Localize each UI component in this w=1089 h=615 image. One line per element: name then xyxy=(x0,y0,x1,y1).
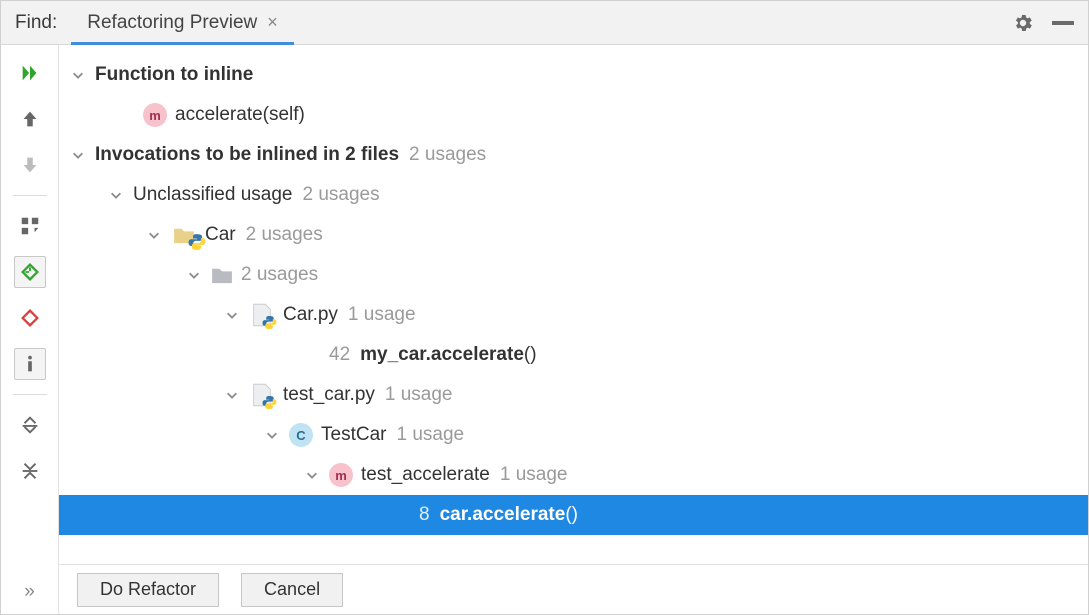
tree-row-method[interactable]: m accelerate(self) xyxy=(59,95,1088,135)
expand-all-icon[interactable] xyxy=(14,409,46,441)
usage-count: 1 usage xyxy=(396,424,464,446)
chevron-down-icon[interactable] xyxy=(223,306,241,324)
class-icon: C xyxy=(289,423,313,447)
cancel-button[interactable]: Cancel xyxy=(241,573,343,607)
class-name: TestCar xyxy=(321,424,386,446)
arrow-down-icon[interactable] xyxy=(14,149,46,181)
chevron-down-icon[interactable] xyxy=(69,66,87,84)
close-icon[interactable]: × xyxy=(267,12,278,33)
file-name: test_car.py xyxy=(283,384,375,406)
usage-count: 2 usages xyxy=(409,144,486,166)
tree-row-file[interactable]: Car.py 1 usage xyxy=(59,295,1088,335)
tree-row-project[interactable]: Car 2 usages xyxy=(59,215,1088,255)
method-icon: m xyxy=(143,103,167,127)
usage-count: 1 usage xyxy=(348,304,416,326)
info-icon[interactable] xyxy=(14,348,46,380)
gear-icon[interactable] xyxy=(1012,12,1034,34)
find-label: Find: xyxy=(1,12,71,34)
chevron-down-icon[interactable] xyxy=(303,466,321,484)
usage-count: 2 usages xyxy=(241,264,318,286)
python-file-icon xyxy=(249,383,275,407)
method-name: accelerate(self) xyxy=(175,104,305,126)
minimize-icon[interactable] xyxy=(1052,21,1074,25)
usage-text: my_car.accelerate xyxy=(360,344,524,366)
usage-tail: () xyxy=(524,344,537,366)
usage-count: 1 usage xyxy=(500,464,568,486)
tree-row-file[interactable]: test_car.py 1 usage xyxy=(59,375,1088,415)
exclude-icon[interactable] xyxy=(14,302,46,334)
python-file-icon xyxy=(249,303,275,327)
usage-count: 2 usages xyxy=(246,224,323,246)
overflow-icon[interactable]: » xyxy=(19,584,41,600)
section-title: Invocations to be inlined in 2 files xyxy=(95,144,399,166)
group-icon[interactable] xyxy=(14,210,46,242)
file-name: Car.py xyxy=(283,304,338,326)
collapse-all-icon[interactable] xyxy=(14,455,46,487)
tree-row-unclassified[interactable]: Unclassified usage 2 usages xyxy=(59,175,1088,215)
chevron-down-icon[interactable] xyxy=(223,386,241,404)
tree-row-section[interactable]: Invocations to be inlined in 2 files 2 u… xyxy=(59,135,1088,175)
section-title: Function to inline xyxy=(95,64,253,86)
usage-count: 1 usage xyxy=(385,384,453,406)
project-icon xyxy=(171,226,197,244)
chevron-down-icon[interactable] xyxy=(185,266,203,284)
include-icon[interactable] xyxy=(14,256,46,288)
usage-text: car.accelerate xyxy=(440,504,566,526)
tab-label: Refactoring Preview xyxy=(87,12,257,34)
chevron-down-icon[interactable] xyxy=(107,186,125,204)
side-toolbar: » xyxy=(1,45,59,614)
refactoring-preview-panel: Find: Refactoring Preview × xyxy=(0,0,1089,615)
project-name: Car xyxy=(205,224,236,246)
line-number: 42 xyxy=(329,344,350,366)
chevron-down-icon[interactable] xyxy=(145,226,163,244)
folder-icon xyxy=(211,266,233,284)
usage-tree[interactable]: Function to inline m accelerate(self) In… xyxy=(59,45,1088,564)
main-content: Function to inline m accelerate(self) In… xyxy=(59,45,1088,614)
tree-row-usage[interactable]: 42 my_car.accelerate() xyxy=(59,335,1088,375)
chevron-down-icon[interactable] xyxy=(69,146,87,164)
line-number: 8 xyxy=(419,504,430,526)
panel-header: Find: Refactoring Preview × xyxy=(1,1,1088,45)
footer-bar: Do Refactor Cancel xyxy=(59,564,1088,614)
tree-row-section[interactable]: Function to inline xyxy=(59,55,1088,95)
tree-row-usage-selected[interactable]: 8 car.accelerate() xyxy=(59,495,1088,535)
usage-tail: () xyxy=(565,504,578,526)
arrow-up-icon[interactable] xyxy=(14,103,46,135)
tree-row-method[interactable]: m test_accelerate 1 usage xyxy=(59,455,1088,495)
rerun-icon[interactable] xyxy=(14,57,46,89)
usage-count: 2 usages xyxy=(302,184,379,206)
method-name: test_accelerate xyxy=(361,464,490,486)
method-icon: m xyxy=(329,463,353,487)
chevron-down-icon[interactable] xyxy=(263,426,281,444)
tree-row-class[interactable]: C TestCar 1 usage xyxy=(59,415,1088,455)
tab-refactoring-preview[interactable]: Refactoring Preview × xyxy=(71,1,294,44)
unclassified-label: Unclassified usage xyxy=(133,184,292,206)
tree-row-folder[interactable]: 2 usages xyxy=(59,255,1088,295)
do-refactor-button[interactable]: Do Refactor xyxy=(77,573,219,607)
